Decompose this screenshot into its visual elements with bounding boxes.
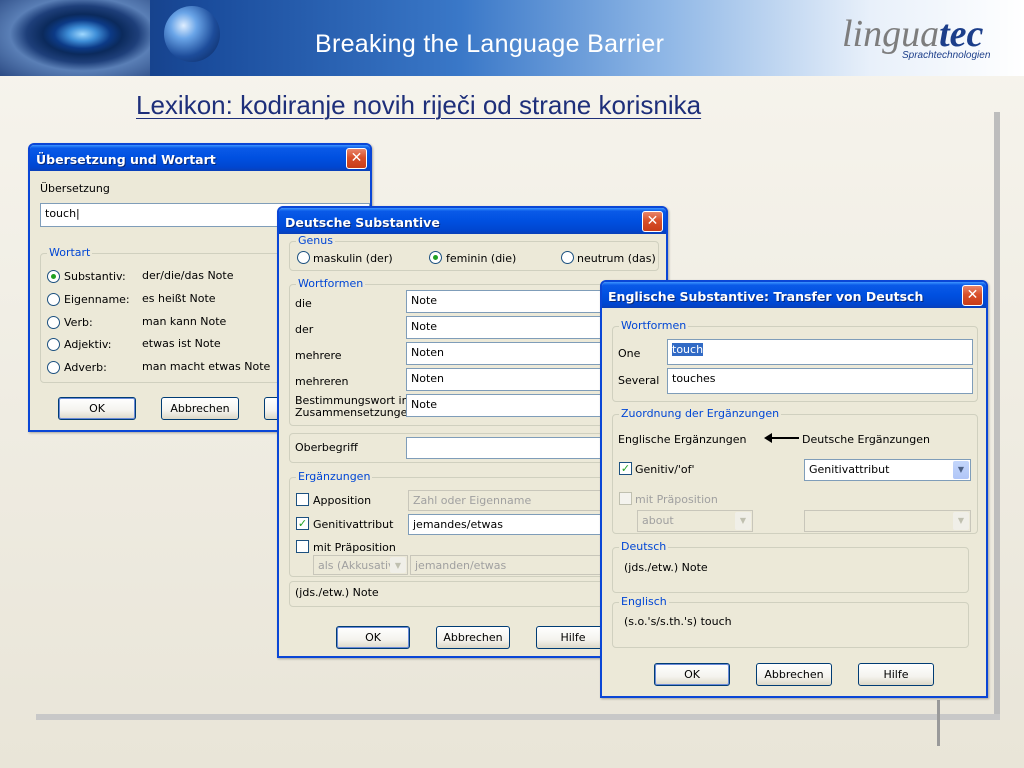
group-caption: Wortart <box>47 246 93 259</box>
one-input[interactable]: touch <box>667 339 973 365</box>
ok-button[interactable]: OK <box>654 663 730 686</box>
logo-subtitle: Sprachtechnologien <box>902 50 991 61</box>
slide-title: Lexikon: kodiranje novih riječi od stran… <box>136 90 702 120</box>
english-nouns-transfer-dialog: Englische Substantive: Transfer von Deut… <box>600 280 988 698</box>
apposition-checkbox[interactable] <box>296 493 309 506</box>
chevron-down-icon: ▼ <box>953 512 969 530</box>
chevron-down-icon: ▼ <box>390 557 406 573</box>
several-label: Several <box>618 374 660 387</box>
german-preview-text: (jds./etw.) Note <box>624 561 708 574</box>
group-caption: Wortformen <box>619 319 689 332</box>
english-complements-label: Englische Ergänzungen <box>618 433 747 446</box>
preposition-select[interactable]: about ▼ <box>637 510 753 532</box>
preposition-label: mit Präposition <box>635 493 718 506</box>
preposition-checkbox[interactable] <box>296 540 309 553</box>
option-example: es heißt Note <box>142 292 216 305</box>
translation-label: Übersetzung <box>40 182 110 195</box>
option-example: etwas ist Note <box>142 337 221 350</box>
form-input-mehrere[interactable]: Noten <box>406 342 616 365</box>
summary-text: (jds./etw.) Note <box>295 586 379 599</box>
preposition-select[interactable]: als (Akkusativ ▼ <box>313 555 408 575</box>
genitive-label: Genitivattribut <box>313 518 394 531</box>
genitive-of-checkbox[interactable]: ✓ <box>619 462 632 475</box>
globe-icon <box>164 6 220 62</box>
german-preposition-select[interactable]: ▼ <box>804 510 971 532</box>
linguatec-logo: linguatec <box>842 13 984 55</box>
genitive-input[interactable]: jemandes/etwas <box>408 514 618 535</box>
preposition-label: mit Präposition <box>313 541 396 554</box>
option-label: Eigenname: <box>64 293 130 306</box>
cancel-button[interactable]: Abbrechen <box>161 397 239 420</box>
close-button[interactable]: ✕ <box>346 148 367 169</box>
preposition-checkbox[interactable] <box>619 492 632 505</box>
preposition-input[interactable]: jemanden/etwas <box>410 555 618 575</box>
form-label: mehreren <box>295 375 349 388</box>
genitive-checkbox[interactable]: ✓ <box>296 517 309 530</box>
option-example: man macht etwas Note <box>142 360 271 373</box>
genitive-of-label: Genitiv/'of' <box>635 463 695 476</box>
ok-button[interactable]: OK <box>336 626 410 649</box>
genus-label: feminin (die) <box>446 252 517 265</box>
group-caption: Wortformen <box>296 277 366 290</box>
apposition-input[interactable]: Zahl oder Eigenname <box>408 490 618 511</box>
form-input-mehreren[interactable]: Noten <box>406 368 616 391</box>
hypernym-label: Oberbegriff <box>295 441 358 454</box>
ok-button[interactable]: OK <box>58 397 136 420</box>
group-caption: Genus <box>296 234 335 247</box>
option-example: man kann Note <box>142 315 227 328</box>
form-label: mehrere <box>295 349 342 362</box>
genus-label: maskulin (der) <box>313 252 393 265</box>
compound-label: Zusammensetzungen <box>295 406 415 419</box>
radio-neuter[interactable] <box>561 251 574 264</box>
option-label: Verb: <box>64 316 93 329</box>
cancel-button[interactable]: Abbrechen <box>756 663 832 686</box>
group-caption: Zuordnung der Ergänzungen <box>619 407 782 420</box>
help-button[interactable]: Hilfe <box>536 626 610 649</box>
close-button[interactable]: ✕ <box>642 211 663 232</box>
radio-adjective[interactable] <box>47 338 60 351</box>
decorative-line <box>36 714 1000 720</box>
help-button[interactable]: Hilfe <box>858 663 934 686</box>
radio-masculine[interactable] <box>297 251 310 264</box>
option-label: Substantiv: <box>64 270 126 283</box>
genitive-select[interactable]: Genitivattribut ▼ <box>804 459 971 481</box>
radio-adverb[interactable] <box>47 361 60 374</box>
group-caption: Englisch <box>619 595 669 608</box>
decorative-line <box>937 700 940 746</box>
english-preview-text: (s.o.'s/s.th.'s) touch <box>624 615 732 628</box>
option-label: Adverb: <box>64 361 107 374</box>
radio-proper-noun[interactable] <box>47 293 60 306</box>
dialog-title: Übersetzung und Wortart <box>30 145 370 171</box>
radio-feminine[interactable] <box>429 251 442 264</box>
form-label: der <box>295 323 314 336</box>
radio-noun[interactable] <box>47 270 60 283</box>
arrow-left-icon-head <box>764 433 772 443</box>
group-caption: Ergänzungen <box>296 470 373 483</box>
radio-verb[interactable] <box>47 316 60 329</box>
compound-input[interactable]: Note <box>406 394 616 417</box>
form-input-die[interactable]: Note <box>406 290 616 313</box>
dialog-title: Deutsche Substantive <box>279 208 666 234</box>
form-label: die <box>295 297 312 310</box>
chevron-down-icon: ▼ <box>953 461 969 479</box>
option-label: Adjektiv: <box>64 338 112 351</box>
form-input-der[interactable]: Note <box>406 316 616 339</box>
chevron-down-icon: ▼ <box>735 512 751 530</box>
hypernym-input[interactable] <box>406 437 616 459</box>
apposition-label: Apposition <box>313 494 372 507</box>
one-label: One <box>618 347 641 360</box>
decorative-line <box>994 112 1000 718</box>
several-input[interactable]: touches <box>667 368 973 394</box>
dialog-title: Englische Substantive: Transfer von Deut… <box>602 282 986 308</box>
eye-image <box>0 0 150 76</box>
option-example: der/die/das Note <box>142 269 234 282</box>
german-complements-label: Deutsche Ergänzungen <box>802 433 930 446</box>
close-button[interactable]: ✕ <box>962 285 983 306</box>
tagline: Breaking the Language Barrier <box>315 30 665 58</box>
cancel-button[interactable]: Abbrechen <box>436 626 510 649</box>
group-caption: Deutsch <box>619 540 669 553</box>
genus-label: neutrum (das) <box>577 252 656 265</box>
